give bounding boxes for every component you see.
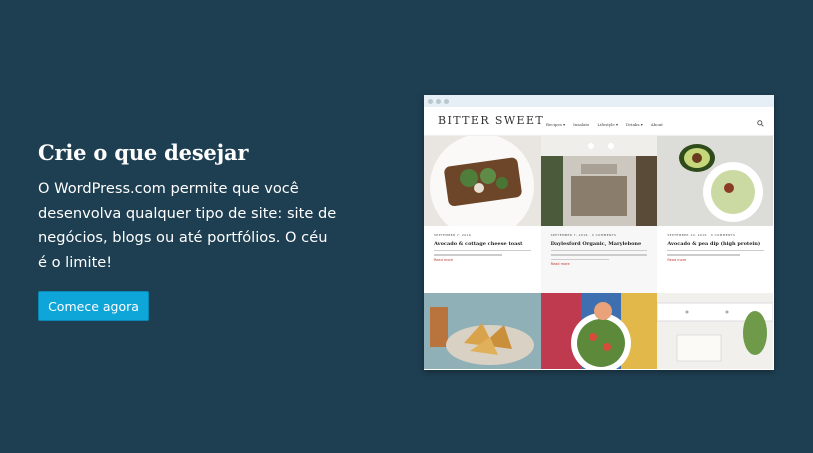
avocado-dip-photo	[657, 136, 774, 226]
preview-nav: Recipes ▾ Insalate Lifestyle ▾ Drinks ▾ …	[546, 122, 671, 127]
post-read-more: Read more	[434, 257, 453, 262]
nachos-photo	[424, 293, 541, 369]
preview-nav-item: Lifestyle ▾	[597, 122, 619, 127]
preview-post: SEPTEMBER 7, 2016 · 0 COMMENTS Daylesfor…	[540, 226, 658, 293]
post-excerpt-line	[550, 258, 609, 261]
preview-nav-item: About	[650, 122, 663, 127]
preview-site-logo: BITTER SWEET	[438, 114, 545, 127]
preview-nav-item: Drinks ▾	[626, 122, 643, 127]
post-meta: SEPTEMBER 10, 2016 · 0 COMMENTS	[667, 233, 736, 237]
post-excerpt-line	[434, 250, 531, 252]
hero-description: O WordPress.com permite que você desenvo…	[38, 180, 337, 271]
window-dot	[436, 98, 441, 104]
post-meta: SEPTEMBER 7, 2016	[434, 233, 472, 237]
site-preview-screenshot: BITTER SWEET Recipes ▾ Insalate Lifestyl…	[424, 95, 774, 370]
preview-nav-item: Insalate	[573, 122, 590, 127]
post-read-more: Read more	[550, 262, 570, 267]
post-title: Avocado & pea dip (high protein)	[667, 241, 761, 247]
salad-photo	[540, 293, 658, 369]
post-title: Avocado & cottage cheese toast	[434, 241, 523, 247]
post-excerpt-line	[550, 250, 648, 252]
search-icon	[757, 120, 764, 127]
post-read-more: Read more	[667, 257, 687, 262]
preview-post-grid: SEPTEMBER 7, 2016 Avocado & cottage chee…	[424, 136, 774, 369]
post-meta: SEPTEMBER 7, 2016 · 0 COMMENTS	[550, 233, 617, 237]
window-dot	[444, 98, 449, 104]
window-dot	[428, 98, 433, 104]
kitchen-photo	[657, 293, 774, 369]
preview-post: SEPTEMBER 10, 2016 · 0 COMMENTS Avocado …	[657, 226, 774, 293]
post-excerpt-line	[434, 254, 502, 256]
browser-chrome	[424, 95, 774, 107]
hero-title: Crie o que desejar	[38, 140, 249, 165]
post-excerpt-line	[667, 254, 740, 256]
post-excerpt-line	[667, 250, 765, 252]
toast-photo	[424, 136, 541, 226]
post-excerpt-line	[550, 254, 648, 256]
shop-interior-photo	[540, 136, 658, 226]
preview-post: SEPTEMBER 7, 2016 Avocado & cottage chee…	[424, 226, 541, 293]
preview-nav-item: Recipes ▾	[546, 122, 566, 127]
start-now-button[interactable]: Comece agora	[38, 291, 149, 321]
post-title: Daylesford Organic, Marylebone	[550, 241, 642, 247]
preview-site-header: BITTER SWEET Recipes ▾ Insalate Lifestyl…	[424, 107, 774, 136]
